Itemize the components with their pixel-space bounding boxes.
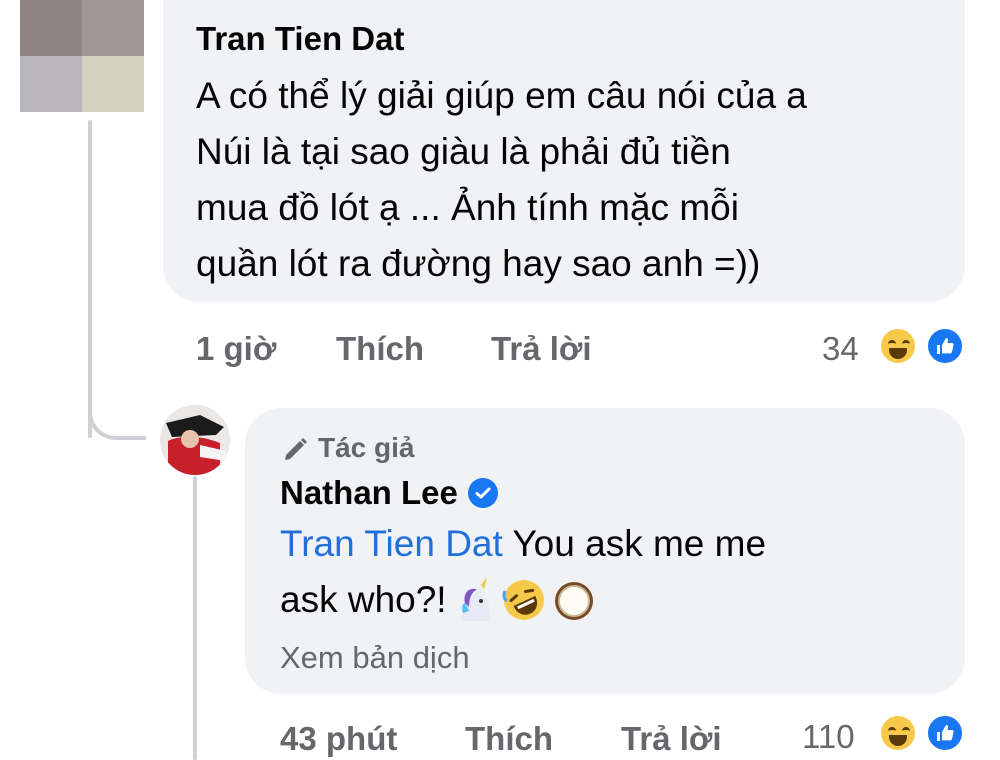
reply-author-row: Nathan Lee	[280, 474, 498, 512]
reply-like-button[interactable]: Thích	[465, 720, 553, 758]
author-tag-label: Tác giả	[318, 432, 415, 463]
reaction-count[interactable]: 34	[822, 330, 859, 368]
see-translation-link[interactable]: Xem bản dịch	[280, 640, 470, 676]
comment-line: quần lót ra đường hay sao anh =))	[196, 243, 761, 284]
thread-connector	[88, 400, 146, 440]
comment-author[interactable]: Tran Tien Dat	[196, 20, 404, 58]
thread-line	[88, 120, 92, 438]
like-icon[interactable]	[925, 326, 965, 366]
commenter-avatar[interactable]	[20, 0, 144, 112]
haha-icon[interactable]	[878, 326, 918, 366]
comment-line: mua đồ lót ạ ... Ảnh tính mặc mỗi	[196, 187, 739, 228]
comment-line: A có thể lý giải giúp em câu nói của a	[196, 75, 807, 116]
author-avatar[interactable]	[160, 405, 230, 475]
reply-text-line: ask who?!	[280, 572, 597, 628]
reply-reply-button[interactable]: Trả lời	[621, 720, 722, 758]
unicorn-emoji	[460, 577, 490, 621]
rofl-emoji	[502, 580, 544, 620]
like-button[interactable]: Thích	[336, 330, 424, 368]
pencil-icon	[285, 438, 307, 460]
reply-text: ask who?!	[280, 579, 447, 620]
author-tag: Tác giả	[280, 432, 414, 464]
reply-button[interactable]: Trả lời	[491, 330, 592, 368]
reply-text: You ask me me	[502, 523, 767, 564]
reply-timestamp[interactable]: 43 phút	[280, 720, 397, 758]
coconut-emoji	[554, 582, 593, 620]
like-icon[interactable]	[925, 713, 965, 753]
reply-reaction-count[interactable]: 110	[802, 718, 855, 756]
verified-badge-icon	[467, 478, 498, 508]
comment-line: Núi là tại sao giàu là phải đủ tiền	[196, 131, 731, 172]
mention-link[interactable]: Tran Tien Dat	[280, 523, 503, 564]
reply-text-line: Tran Tien Dat You ask me me	[280, 516, 766, 572]
reply-thread-line	[193, 476, 197, 760]
comment-timestamp[interactable]: 1 giờ	[196, 330, 276, 368]
haha-icon[interactable]	[878, 713, 918, 753]
reply-author[interactable]: Nathan Lee	[280, 474, 458, 512]
comment-text: A có thể lý giải giúp em câu nói của a N…	[196, 68, 807, 292]
